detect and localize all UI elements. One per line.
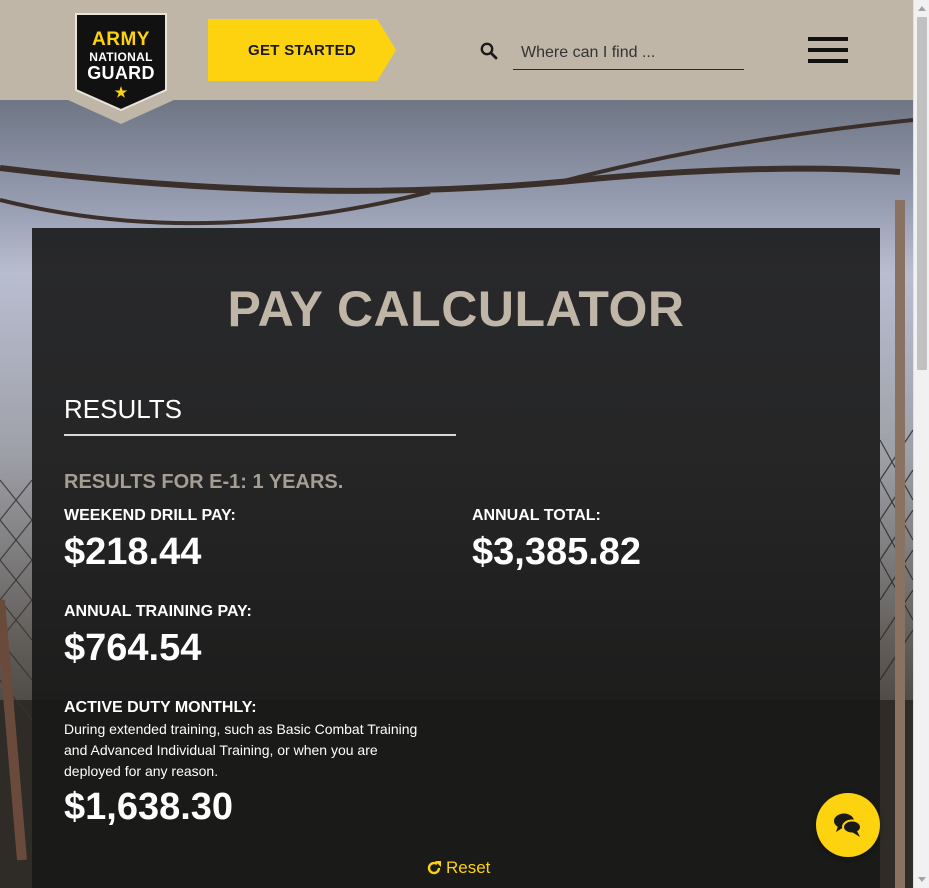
search-icon[interactable] [480, 42, 498, 60]
logo-text: ARMY NATIONAL GUARD ★ [76, 30, 166, 99]
get-started-button[interactable]: GET STARTED [208, 19, 396, 81]
annual-total-amount: $3,385.82 [472, 531, 642, 573]
results-summary: RESULTS FOR E-1: 1 YEARS. [64, 471, 344, 493]
results-divider [64, 434, 456, 436]
site-header: ARMY NATIONAL GUARD ★ GET STARTED [0, 0, 913, 124]
weekend-drill-pay-amount: $218.44 [64, 531, 202, 573]
chat-button[interactable] [816, 793, 880, 857]
logo-star-icon: ★ [114, 84, 128, 100]
chat-bubbles-icon [834, 813, 862, 837]
annual-training-pay-label: ANNUAL TRAINING PAY: [64, 603, 252, 620]
hamburger-menu-icon[interactable] [808, 37, 848, 63]
logo-line-guard: GUARD [87, 63, 155, 83]
weekend-drill-pay-label: WEEKEND DRILL PAY: [64, 507, 236, 524]
logo-line-army: ARMY [92, 29, 150, 50]
active-duty-description: During extended training, such as Basic … [64, 721, 418, 779]
page-scrollbar[interactable] [913, 0, 929, 888]
pay-calculator-panel: PAY CALCULATOR RESULTS RESULTS FOR E-1: … [32, 228, 880, 888]
reset-button[interactable]: Reset [426, 858, 490, 878]
scroll-up-arrow-icon[interactable] [918, 6, 926, 11]
results-heading: RESULTS [64, 394, 182, 424]
annual-total-label: ANNUAL TOTAL: [472, 507, 601, 524]
search-input[interactable] [513, 36, 744, 70]
redo-icon [427, 861, 441, 875]
logo-line-national: NATIONAL [89, 50, 153, 64]
scroll-down-arrow-icon[interactable] [918, 877, 926, 882]
reset-label: Reset [446, 858, 491, 877]
active-duty-monthly-amount: $1,638.30 [64, 786, 234, 828]
page-title: PAY CALCULATOR [227, 281, 685, 337]
scroll-thumb[interactable] [917, 17, 927, 370]
army-national-guard-logo[interactable]: ARMY NATIONAL GUARD ★ [68, 0, 174, 124]
annual-training-pay-amount: $764.54 [64, 627, 202, 669]
active-duty-monthly-label: ACTIVE DUTY MONTHLY: [64, 699, 257, 716]
